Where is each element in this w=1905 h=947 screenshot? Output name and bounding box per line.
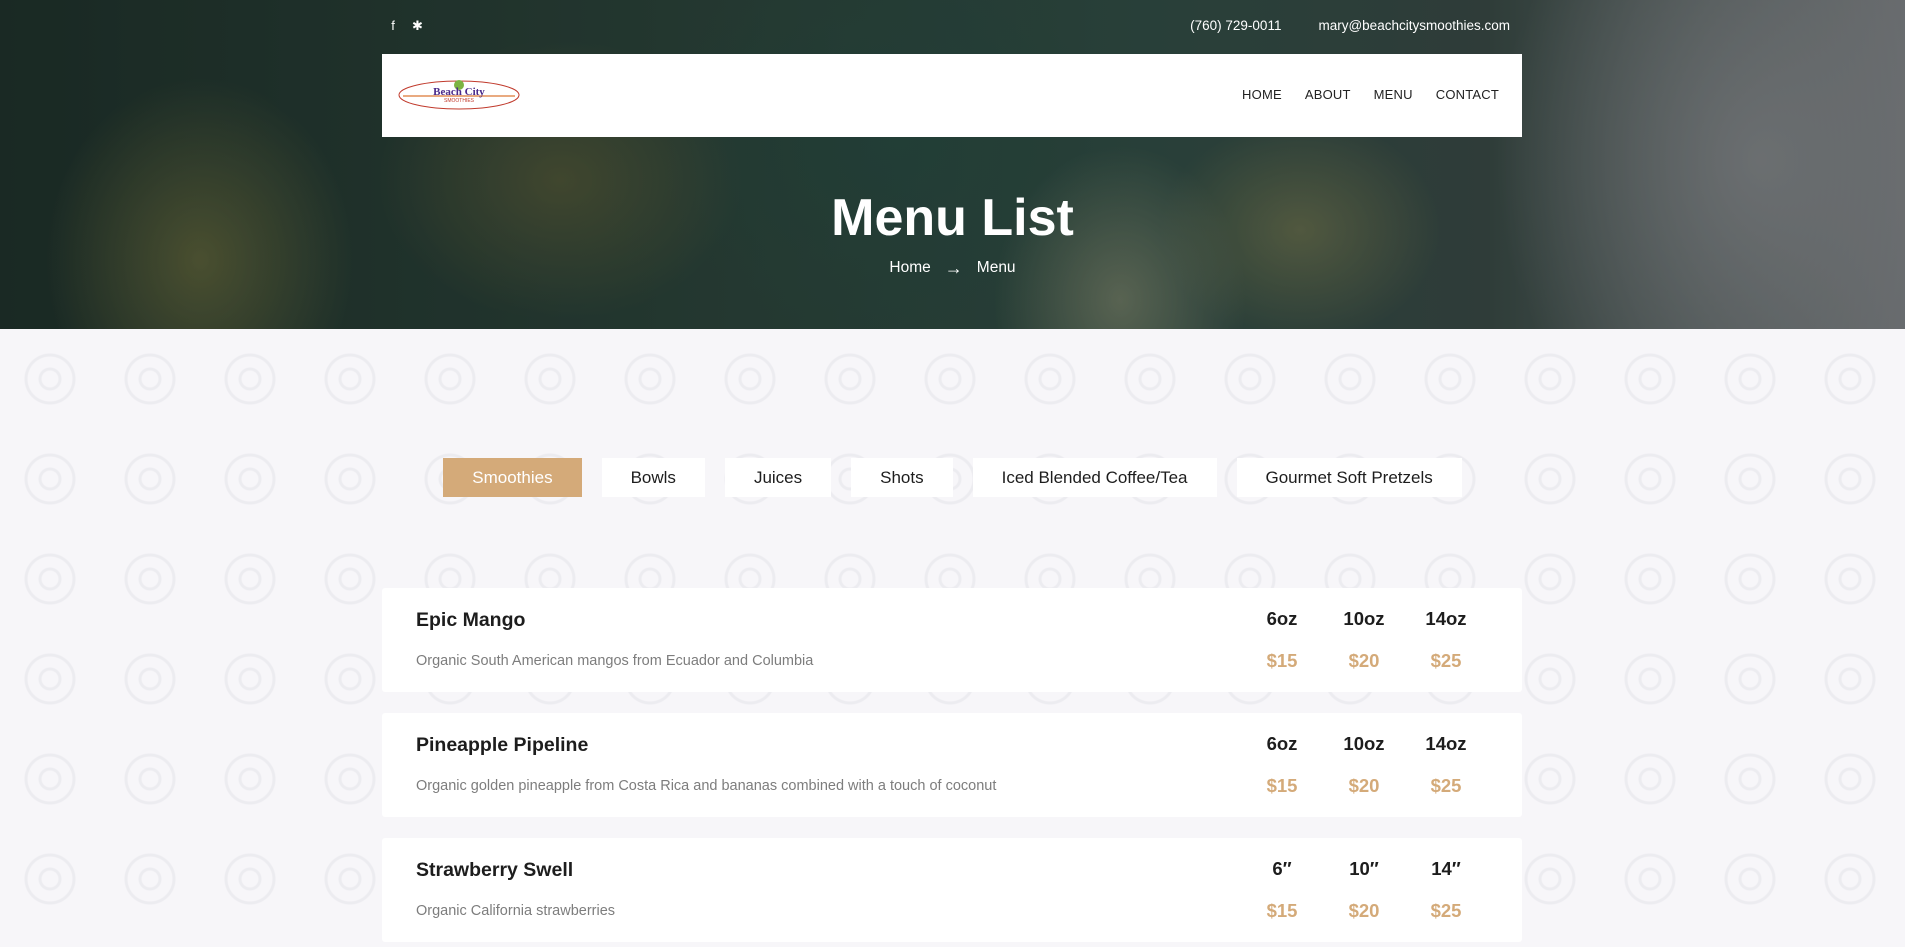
tab-pretzels[interactable]: Gourmet Soft Pretzels [1236, 458, 1462, 497]
yelp-icon[interactable]: ✱ [412, 18, 423, 34]
price-label: $20 [1348, 775, 1380, 796]
menu-item-description: Organic California strawberries [416, 903, 616, 919]
facebook-icon[interactable]: f [388, 18, 398, 34]
social-links: f ✱ [388, 18, 423, 34]
breadcrumb-current: Menu [976, 259, 1016, 276]
price-label: $25 [1430, 650, 1462, 671]
menu-item-description: Organic golden pineapple from Costa Rica… [416, 778, 997, 794]
nav-home[interactable]: HOME [1242, 87, 1282, 103]
email-link[interactable]: mary@beachcitysmoothies.com [1318, 18, 1510, 34]
brand-logo[interactable]: Beach City SMOOTHIES [397, 78, 521, 112]
menu-item-card: Epic Mango Organic South American mangos… [382, 588, 1522, 692]
price-label: $15 [1266, 650, 1298, 671]
arrow-right-icon: → [944, 258, 963, 278]
tab-shots[interactable]: Shots [851, 458, 953, 497]
tab-bowls[interactable]: Bowls [601, 458, 705, 497]
size-label: 14oz [1425, 733, 1467, 754]
menu-category-tabs: Smoothies Bowls Juices Shots Iced Blende… [0, 458, 1905, 497]
nav-menu-link[interactable]: MENU [1374, 87, 1413, 103]
size-label: 6″ [1272, 858, 1292, 879]
size-label: 6oz [1266, 733, 1298, 754]
size-label: 14″ [1431, 858, 1461, 879]
size-label: 10oz [1343, 608, 1385, 629]
price-label: $25 [1430, 775, 1462, 796]
size-label: 6oz [1266, 608, 1298, 629]
breadcrumb: Home → Menu [0, 258, 1905, 278]
size-label: 10″ [1349, 858, 1379, 879]
price-label: $15 [1266, 900, 1298, 921]
logo-text-line1: Beach City [433, 86, 485, 98]
nav-menu: HOME ABOUT MENU CONTACT [1242, 87, 1499, 103]
menu-item-description: Organic South American mangos from Ecuad… [416, 653, 814, 669]
main-navbar: Beach City SMOOTHIES HOME ABOUT MENU CON… [382, 54, 1522, 137]
price-label: $20 [1348, 900, 1380, 921]
top-bar: f ✱ (760) 729-0011 mary@beachcitysmoothi… [382, 0, 1522, 54]
nav-about[interactable]: ABOUT [1305, 87, 1351, 103]
contact-info: (760) 729-0011 mary@beachcitysmoothies.c… [1190, 18, 1510, 34]
size-label: 10oz [1343, 733, 1385, 754]
page-title: Menu List [831, 189, 1074, 247]
menu-item-name: Pineapple Pipeline [416, 734, 589, 756]
menu-item-name: Epic Mango [416, 609, 526, 631]
price-label: $20 [1348, 650, 1380, 671]
phone-link[interactable]: (760) 729-0011 [1190, 18, 1281, 34]
breadcrumb-home[interactable]: Home [889, 258, 930, 278]
menu-item-card: Strawberry Swell Organic California stra… [382, 838, 1522, 942]
menu-item-name: Strawberry Swell [416, 859, 574, 881]
menu-item-card: Pineapple Pipeline Organic golden pineap… [382, 713, 1522, 817]
price-label: $15 [1266, 775, 1298, 796]
price-label: $25 [1430, 900, 1462, 921]
logo-text-line2: SMOOTHIES [444, 98, 475, 104]
size-label: 14oz [1425, 608, 1467, 629]
tab-smoothies[interactable]: Smoothies [443, 458, 582, 497]
tab-iced-blended[interactable]: Iced Blended Coffee/Tea [972, 458, 1217, 497]
tab-juices[interactable]: Juices [724, 458, 832, 497]
nav-contact[interactable]: CONTACT [1436, 87, 1499, 103]
